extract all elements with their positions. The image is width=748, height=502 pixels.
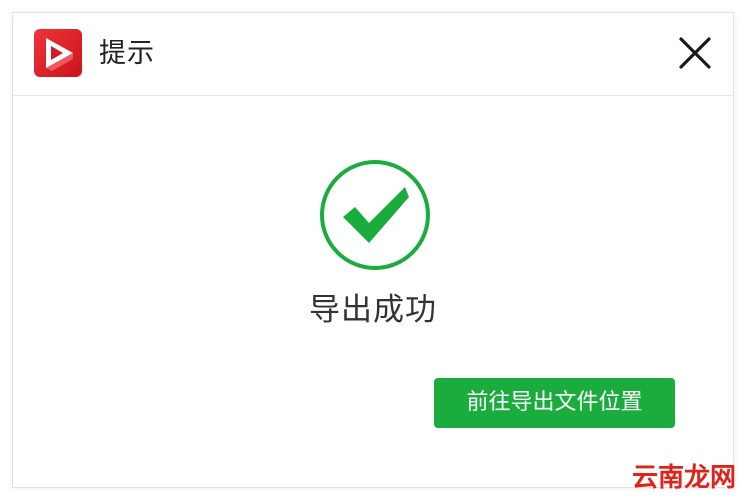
check-circle-icon [319, 159, 431, 271]
watermark-text: 云南龙网 [631, 463, 736, 493]
dialog-titlebar: 提示 [13, 13, 733, 96]
app-logo-icon [34, 29, 82, 77]
open-export-location-button[interactable]: 前往导出文件位置 [434, 378, 675, 428]
success-message: 导出成功 [309, 292, 437, 328]
export-dialog: 提示 导出成功 前往导出文件位置 [12, 12, 734, 488]
close-icon[interactable] [677, 35, 713, 71]
dialog-content: 导出成功 前往导出文件位置 [13, 97, 733, 487]
dialog-title: 提示 [99, 38, 155, 69]
